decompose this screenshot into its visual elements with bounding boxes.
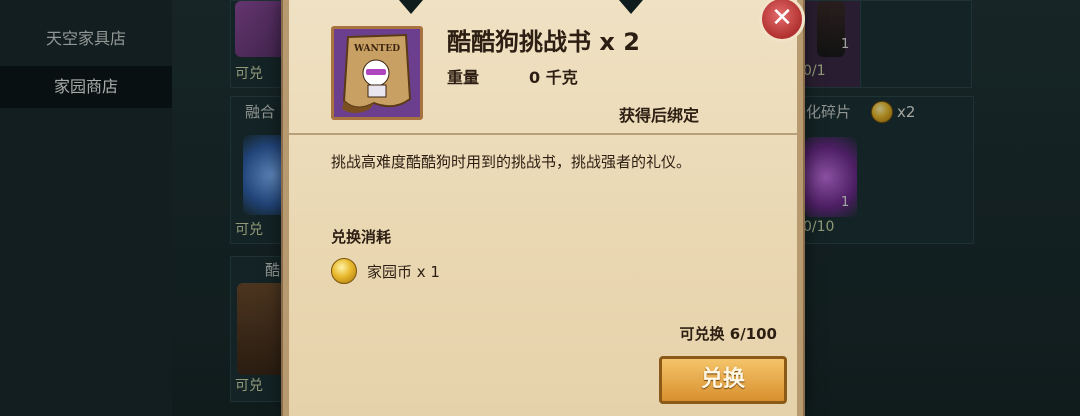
item-exchange-dialog: WANTED 酷酷狗挑战书 x 2 重量 0 千克 获得后绑定 挑战高难度酷酷狗… <box>283 0 805 416</box>
home-coin-icon <box>331 258 357 284</box>
exchange-button[interactable]: 兑换 <box>659 356 787 404</box>
scroll-notch <box>619 0 643 14</box>
cost-title: 兑换消耗 <box>331 228 392 246</box>
scroll-notch <box>399 0 423 14</box>
bind-on-acquire-text: 获得后绑定 <box>619 106 700 125</box>
weight-label: 重量 <box>447 68 480 87</box>
item-title: 酷酷狗挑战书 x 2 <box>447 28 640 56</box>
dialog-divider <box>289 133 797 135</box>
weight-value: 0 千克 <box>529 68 578 87</box>
exchange-stock: 可兑换 6/100 <box>679 325 777 343</box>
cost-item-text: 家园币 x 1 <box>367 263 440 281</box>
wanted-poster-icon: WANTED <box>334 29 420 117</box>
item-icon-frame: WANTED <box>331 26 423 120</box>
close-icon[interactable]: ✕ <box>759 0 805 42</box>
wanted-text: WANTED <box>353 44 400 54</box>
item-description: 挑战高难度酷酷狗时用到的挑战书，挑战强者的礼仪。 <box>331 153 692 171</box>
